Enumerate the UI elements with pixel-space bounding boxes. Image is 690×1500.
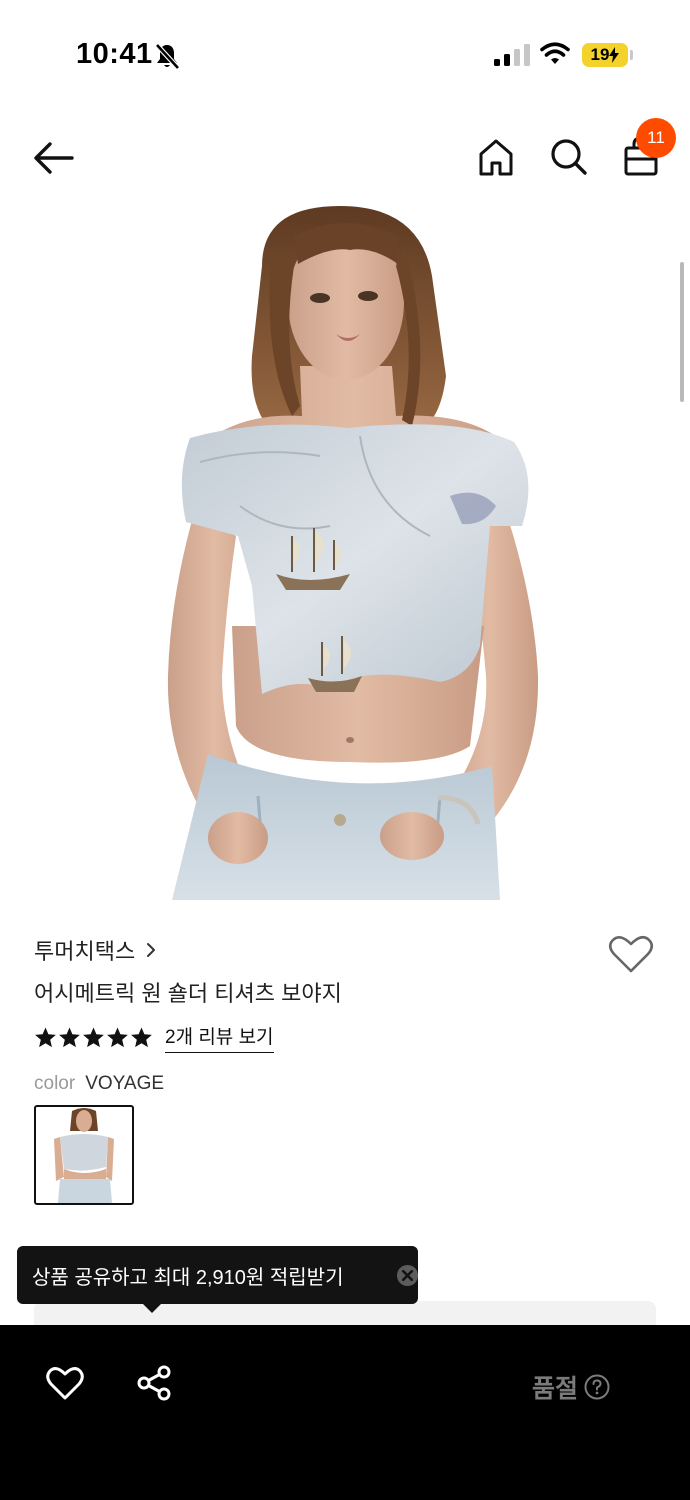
help-icon[interactable] — [584, 1374, 610, 1400]
soldout-status: 품절 — [532, 1369, 610, 1405]
tooltip-pointer — [142, 1303, 162, 1313]
heart-icon[interactable] — [46, 1365, 84, 1401]
brand-name: 투머치택스 — [34, 939, 136, 964]
share-reward-tooltip: 상품 공유하고 최대 2,910원 적립받기 — [17, 1246, 419, 1304]
charging-bolt-icon — [609, 47, 620, 63]
brand-link[interactable]: 투머치택스 — [34, 934, 157, 966]
tooltip-text: 상품 공유하고 최대 2,910원 적립받기 — [32, 1266, 344, 1289]
rating-stars — [34, 1026, 153, 1049]
color-value: VOYAGE — [85, 1073, 165, 1094]
cellular-signal-icon — [494, 44, 530, 66]
chevron-right-icon — [147, 943, 156, 957]
search-icon[interactable] — [548, 136, 588, 178]
bell-off-icon — [155, 43, 180, 70]
bottom-action-bar: 품절 — [0, 1325, 690, 1500]
status-bar: 10:41 19 — [0, 0, 690, 110]
star-icon — [107, 1027, 128, 1048]
review-link[interactable]: 2개 리뷰 보기 — [165, 1022, 274, 1053]
product-title: 어시메트릭 원 숄더 티셔츠 보야지 — [34, 981, 342, 1006]
home-icon[interactable] — [476, 136, 516, 178]
star-icon — [59, 1027, 80, 1048]
image-scroll-indicator[interactable] — [680, 262, 684, 402]
star-icon — [83, 1027, 104, 1048]
star-icon — [131, 1027, 152, 1048]
star-icon — [35, 1027, 56, 1048]
color-label: color — [34, 1073, 76, 1094]
rating-row: 2개 리뷰 보기 — [34, 1022, 274, 1053]
battery-cap — [630, 50, 633, 60]
close-icon[interactable] — [396, 1264, 419, 1287]
options-panel-edge — [34, 1301, 656, 1325]
top-nav-bar: 11 — [0, 110, 690, 206]
wifi-icon — [540, 42, 570, 64]
swatch-thumbnail — [54, 1108, 114, 1203]
color-option-row: color VOYAGE — [34, 1073, 164, 1095]
model-photo — [167, 206, 539, 900]
battery-indicator: 19 — [582, 43, 628, 67]
wishlist-heart-icon[interactable] — [608, 934, 654, 974]
cart-count-badge: 11 — [636, 118, 676, 158]
back-arrow-icon[interactable] — [32, 140, 76, 176]
soldout-label: 품절 — [532, 1375, 579, 1403]
share-icon[interactable] — [136, 1365, 172, 1401]
status-time: 10:41 — [76, 38, 153, 70]
product-image[interactable] — [0, 206, 690, 900]
battery-level: 19 — [590, 45, 610, 64]
color-swatch-voyage[interactable] — [34, 1105, 134, 1205]
